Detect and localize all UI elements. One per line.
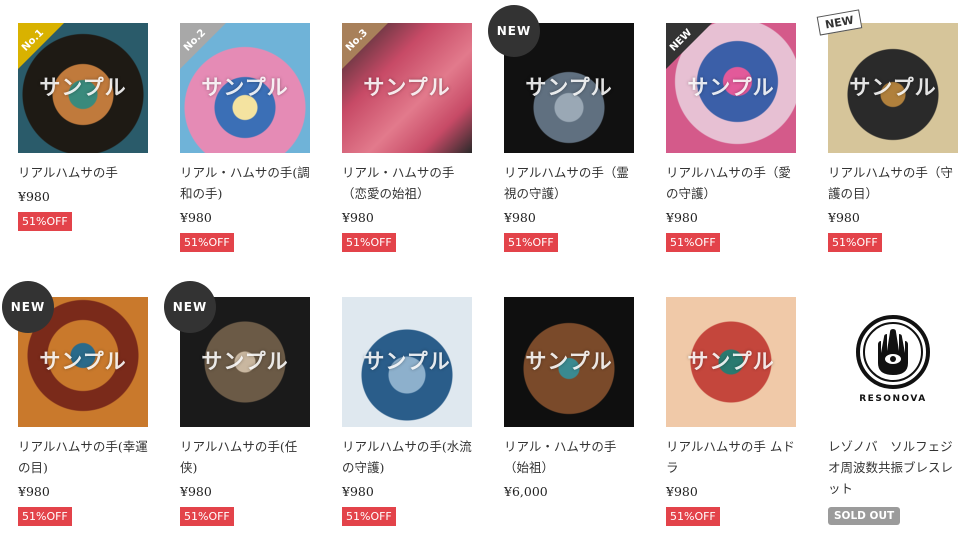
discount-badge: 51%OFF	[504, 233, 558, 252]
product-title[interactable]: リアルハムサの手（霊視の守護）	[504, 162, 636, 204]
discount-badge: 51%OFF	[828, 233, 882, 252]
product-title[interactable]: リアルハムサの手(任侠)	[180, 436, 312, 478]
brand-logo-text: RESONOVA	[859, 394, 927, 404]
product-card-4[interactable]: サンプル NEW リアルハムサの手（霊視の守護） ¥980 51%OFF	[488, 5, 636, 252]
sample-watermark: サンプル	[525, 75, 613, 100]
product-price: ¥6,000	[504, 484, 548, 499]
product-image[interactable]: RESONOVA	[828, 297, 958, 427]
sample-watermark: サンプル	[39, 349, 127, 374]
product-image[interactable]: サンプル	[342, 297, 472, 427]
discount-badge: 51%OFF	[180, 507, 234, 526]
discount-badge: 51%OFF	[18, 507, 72, 526]
product-card-8[interactable]: サンプル NEW リアルハムサの手(任侠) ¥980 51%OFF	[164, 281, 312, 526]
product-image[interactable]: No.1 サンプル	[18, 23, 148, 153]
sample-watermark: サンプル	[363, 349, 451, 374]
product-image[interactable]: サンプル	[828, 23, 958, 153]
product-price: ¥980	[666, 210, 698, 225]
sample-watermark: サンプル	[201, 75, 289, 100]
product-price: ¥980	[342, 484, 374, 499]
product-title[interactable]: リアルハムサの手（守護の目）	[828, 162, 960, 204]
product-card-6[interactable]: サンプル NEW リアルハムサの手（守護の目） ¥980 51%OFF	[816, 9, 960, 252]
product-card-2[interactable]: No.2 サンプル リアル・ハムサの手(調和の手) ¥980 51%OFF	[180, 23, 312, 252]
new-badge: NEW	[164, 281, 216, 333]
new-badge: NEW	[2, 281, 54, 333]
product-title[interactable]: リアル・ハムサの手(調和の手)	[180, 162, 312, 204]
product-card-3[interactable]: No.3 サンプル リアル・ハムサの手（恋愛の始祖） ¥980 51%OFF	[342, 23, 474, 252]
product-title[interactable]: リアルハムサの手（愛の守護）	[666, 162, 798, 204]
product-title[interactable]: リアルハムサの手(水流の守護)	[342, 436, 474, 478]
product-card-12[interactable]: RESONOVA レゾノバ ソルフェジオ周波数共振ブレスレット SOLD OUT	[828, 297, 960, 525]
sample-watermark: サンプル	[39, 75, 127, 100]
product-card-11[interactable]: サンプル リアルハムサの手 ムドラ ¥980 51%OFF	[666, 297, 798, 526]
product-image[interactable]: No.2 サンプル	[180, 23, 310, 153]
sold-out-badge: SOLD OUT	[828, 507, 901, 525]
product-price: ¥980	[666, 484, 698, 499]
product-price: ¥980	[18, 189, 50, 204]
sample-watermark: サンプル	[849, 75, 937, 100]
product-card-5[interactable]: NEW サンプル リアルハムサの手（愛の守護） ¥980 51%OFF	[666, 23, 798, 252]
product-price: ¥980	[180, 210, 212, 225]
discount-badge: 51%OFF	[342, 233, 396, 252]
product-price: ¥980	[828, 210, 860, 225]
product-card-9[interactable]: サンプル リアルハムサの手(水流の守護) ¥980 51%OFF	[342, 297, 474, 526]
sample-watermark: サンプル	[687, 349, 775, 374]
product-image[interactable]: NEW サンプル	[666, 23, 796, 153]
resonova-logo-icon	[856, 315, 930, 389]
new-badge: NEW	[488, 5, 540, 57]
product-title[interactable]: レゾノバ ソルフェジオ周波数共振ブレスレット	[828, 436, 960, 499]
product-price: ¥980	[18, 484, 50, 499]
product-price: ¥980	[504, 210, 536, 225]
product-card-7[interactable]: サンプル NEW リアルハムサの手(幸運の目) ¥980 51%OFF	[2, 281, 150, 526]
product-title[interactable]: リアルハムサの手 ムドラ	[666, 436, 798, 478]
discount-badge: 51%OFF	[180, 233, 234, 252]
product-price: ¥980	[180, 484, 212, 499]
discount-badge: 51%OFF	[666, 233, 720, 252]
sample-watermark: サンプル	[363, 75, 451, 100]
product-title[interactable]: リアルハムサの手	[18, 162, 150, 183]
product-card-10[interactable]: サンプル リアル・ハムサの手（始祖） ¥6,000	[504, 297, 636, 499]
product-title[interactable]: リアル・ハムサの手（恋愛の始祖）	[342, 162, 474, 204]
product-title[interactable]: リアル・ハムサの手（始祖）	[504, 436, 636, 478]
discount-badge: 51%OFF	[342, 507, 396, 526]
sample-watermark: サンプル	[687, 75, 775, 100]
product-price: ¥980	[342, 210, 374, 225]
sample-watermark: サンプル	[525, 349, 613, 374]
product-image[interactable]: No.3 サンプル	[342, 23, 472, 153]
discount-badge: 51%OFF	[18, 212, 72, 231]
discount-badge: 51%OFF	[666, 507, 720, 526]
product-title[interactable]: リアルハムサの手(幸運の目)	[18, 436, 150, 478]
product-card-1[interactable]: No.1 サンプル リアルハムサの手 ¥980 51%OFF	[18, 23, 150, 231]
product-image[interactable]: サンプル	[666, 297, 796, 427]
sample-watermark: サンプル	[201, 349, 289, 374]
product-image[interactable]: サンプル	[504, 297, 634, 427]
